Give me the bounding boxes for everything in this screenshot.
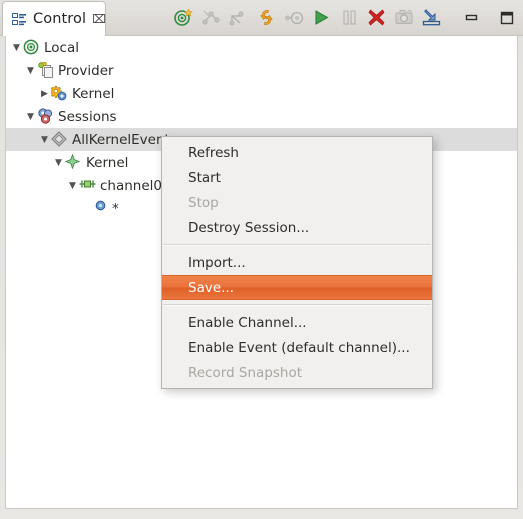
destroy-icon[interactable] <box>365 5 389 31</box>
menu-separator <box>163 244 431 246</box>
menu-item[interactable]: Import... <box>162 250 432 275</box>
new-connection-icon <box>227 5 251 31</box>
tree-row[interactable]: ▼ Sessions <box>6 105 517 128</box>
menu-item[interactable]: Start <box>162 165 432 190</box>
control-view: Control ⌧ ▼ Local ▼ Provider ▶ Kernel ▼ … <box>0 0 523 519</box>
pause-icon <box>337 5 361 31</box>
channel-icon <box>79 177 96 194</box>
snapshot-icon <box>393 5 417 31</box>
refresh-icon[interactable] <box>255 5 279 31</box>
tab-strip: Control ⌧ <box>0 0 523 36</box>
provider-icon <box>37 62 54 79</box>
menu-item: Record Snapshot <box>188 364 303 381</box>
calibrate-icon <box>282 5 306 31</box>
tree-row[interactable]: ▼ Provider <box>6 59 517 82</box>
chevron-down-icon[interactable]: ▼ <box>52 151 65 174</box>
menu-separator <box>163 304 431 306</box>
start-icon[interactable] <box>310 5 334 31</box>
disconnect-icon <box>200 5 224 31</box>
toolbar <box>112 0 523 35</box>
menu-item[interactable]: Refresh <box>162 140 432 165</box>
tree-node-label: Kernel <box>72 85 115 102</box>
tree-node-label: Sessions <box>58 108 117 125</box>
import-icon[interactable] <box>420 5 444 31</box>
control-view-icon <box>12 12 27 26</box>
menu-item[interactable]: Enable Event (default channel)... <box>162 335 432 360</box>
chevron-down-icon[interactable]: ▼ <box>10 36 23 59</box>
chevron-down-icon[interactable]: ▼ <box>66 174 79 197</box>
menu-item[interactable]: Save... <box>162 275 432 300</box>
tree-row[interactable]: ▼ Local <box>6 36 517 59</box>
gears-icon <box>51 85 68 102</box>
chevron-right-icon[interactable]: ▶ <box>38 82 51 105</box>
tree-node-label: channel0 <box>100 177 163 194</box>
event-icon <box>95 200 108 217</box>
chevron-down-icon[interactable]: ▼ <box>24 59 37 82</box>
context-menu[interactable]: Refresh Start Stop Destroy Session... Import… <box>161 136 433 389</box>
session-icon <box>51 131 68 148</box>
sessions-icon <box>37 108 54 125</box>
tree-node-label: * <box>112 200 119 217</box>
chevron-down-icon[interactable]: ▼ <box>24 105 37 128</box>
tab-control[interactable]: Control ⌧ <box>2 1 106 36</box>
menu-item[interactable]: Destroy Session... <box>162 215 432 240</box>
maximize-view-icon[interactable] <box>495 5 519 31</box>
minimize-view-icon[interactable] <box>460 5 484 31</box>
tree-node-label: Kernel <box>86 154 129 171</box>
tree-node-label: Local <box>44 39 79 56</box>
domain-icon <box>65 154 82 171</box>
chevron-down-icon[interactable]: ▼ <box>38 128 51 151</box>
tab-label: Control <box>33 11 87 27</box>
tree-row[interactable]: ▶ Kernel <box>6 82 517 105</box>
connect-icon[interactable] <box>172 5 196 31</box>
target-icon <box>23 39 40 56</box>
menu-item[interactable]: Enable Channel... <box>162 310 432 335</box>
menu-item: Stop <box>188 194 219 211</box>
close-icon[interactable]: ⌧ <box>92 13 106 25</box>
twisty-placeholder <box>80 197 93 220</box>
tree-node-label: Provider <box>58 62 114 79</box>
